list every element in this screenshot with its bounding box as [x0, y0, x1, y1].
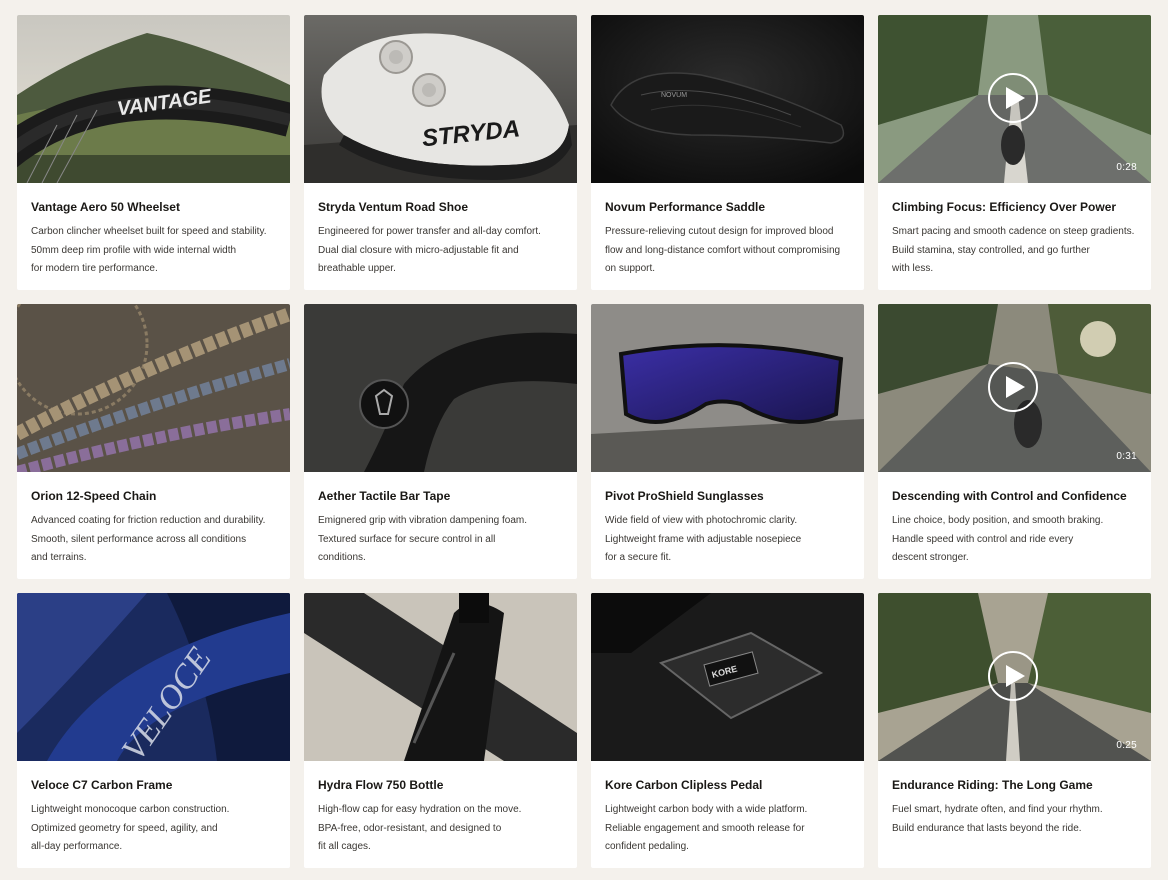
video-duration: 0:28: [1116, 162, 1137, 173]
card-title[interactable]: Endurance Riding: The Long Game: [892, 778, 1137, 792]
play-button[interactable]: [988, 651, 1038, 701]
card-title[interactable]: Vantage Aero 50 Wheelset: [31, 200, 276, 214]
card-title[interactable]: Aether Tactile Bar Tape: [318, 489, 563, 503]
shoe-image: STRYDA: [304, 15, 577, 183]
card-description: Carbon clincher wheelset built for speed…: [31, 226, 267, 274]
card-description: Lightweight monocoque carbon constructio…: [31, 804, 230, 852]
card-description: Advanced coating for friction reduction …: [31, 515, 266, 563]
video-thumbnail-descending[interactable]: 0:31: [878, 304, 1151, 472]
saddle-image: NOVUM: [591, 15, 864, 183]
product-image-chain: [17, 304, 290, 472]
card-description: Emignered grip with vibration dampening …: [318, 515, 527, 563]
card-description: Fuel smart, hydrate often, and find your…: [892, 804, 1103, 834]
product-card[interactable]: Pivot ProShield Sunglasses Wide field of…: [591, 304, 864, 579]
product-image-pedal: KORE: [591, 593, 864, 761]
product-image-bartape: [304, 304, 577, 472]
product-card[interactable]: VANTAGE Vantage Aero 50 Wheelset Carbon …: [17, 15, 290, 290]
card-title[interactable]: Climbing Focus: Efficiency Over Power: [892, 200, 1137, 214]
play-icon: [1006, 376, 1025, 398]
product-card[interactable]: Orion 12-Speed Chain Advanced coating fo…: [17, 304, 290, 579]
card-title[interactable]: Hydra Flow 750 Bottle: [318, 778, 563, 792]
sunglasses-image: [591, 304, 864, 472]
card-title[interactable]: Novum Performance Saddle: [605, 200, 850, 214]
chain-image: [17, 304, 290, 472]
play-button[interactable]: [988, 73, 1038, 123]
product-image-shoe: STRYDA: [304, 15, 577, 183]
play-icon: [1006, 87, 1025, 109]
product-card[interactable]: Aether Tactile Bar Tape Emignered grip w…: [304, 304, 577, 579]
pedal-image: KORE: [591, 593, 864, 761]
wheelset-image: VANTAGE: [17, 15, 290, 183]
card-description: Pressure-relieving cutout design for imp…: [605, 226, 841, 274]
card-title[interactable]: Orion 12-Speed Chain: [31, 489, 276, 503]
saddle-brand-text: NOVUM: [661, 92, 687, 99]
card-title[interactable]: Descending with Control and Confidence: [892, 489, 1137, 503]
frame-image: VELOCE: [17, 593, 290, 761]
video-duration: 0:25: [1116, 740, 1137, 751]
video-thumbnail-endurance[interactable]: 0:25: [878, 593, 1151, 761]
product-image-saddle: NOVUM: [591, 15, 864, 183]
card-description: Line choice, body position, and smooth b…: [892, 515, 1104, 563]
video-card[interactable]: 0:31 Descending with Control and Confide…: [878, 304, 1151, 579]
product-card[interactable]: KORE Kore Carbon Clipless Pedal Lightwei…: [591, 593, 864, 868]
product-image-bottle: [304, 593, 577, 761]
video-thumbnail-climbing[interactable]: 0:28: [878, 15, 1151, 183]
play-button[interactable]: [988, 362, 1038, 412]
video-card[interactable]: 0:28 Climbing Focus: Efficiency Over Pow…: [878, 15, 1151, 290]
play-icon: [1006, 665, 1025, 687]
card-description: Lightweight carbon body with a wide plat…: [605, 804, 808, 852]
product-card[interactable]: VELOCE Veloce C7 Carbon Frame Lightweigh…: [17, 593, 290, 868]
card-title[interactable]: Pivot ProShield Sunglasses: [605, 489, 850, 503]
card-title[interactable]: Stryda Ventum Road Shoe: [318, 200, 563, 214]
product-card[interactable]: STRYDA Stryda Ventum Road Shoe Engineere…: [304, 15, 577, 290]
card-title[interactable]: Kore Carbon Clipless Pedal: [605, 778, 850, 792]
product-image-wheelset: VANTAGE: [17, 15, 290, 183]
video-card[interactable]: 0:25 Endurance Riding: The Long Game Fue…: [878, 593, 1151, 868]
product-image-frame: VELOCE: [17, 593, 290, 761]
product-image-sunglasses: [591, 304, 864, 472]
card-description: Smart pacing and smooth cadence on steep…: [892, 226, 1135, 274]
product-card[interactable]: Hydra Flow 750 Bottle High-flow cap for …: [304, 593, 577, 868]
video-duration: 0:31: [1116, 451, 1137, 462]
card-description: High-flow cap for easy hydration on the …: [318, 804, 522, 852]
product-card[interactable]: NOVUM Novum Performance Saddle Pressure-…: [591, 15, 864, 290]
bartape-image: [304, 304, 577, 472]
bottle-image: [304, 593, 577, 761]
card-description: Wide field of view with photochromic cla…: [605, 515, 802, 563]
card-title[interactable]: Veloce C7 Carbon Frame: [31, 778, 276, 792]
card-description: Engineered for power transfer and all-da…: [318, 226, 541, 274]
product-grid: VANTAGE Vantage Aero 50 Wheelset Carbon …: [17, 15, 1151, 868]
